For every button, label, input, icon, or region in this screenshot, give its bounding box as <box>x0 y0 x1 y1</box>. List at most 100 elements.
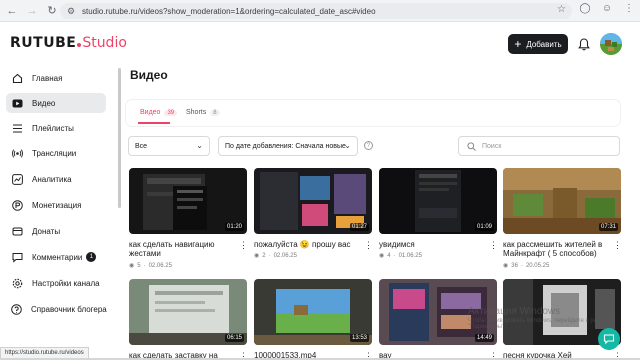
back-icon[interactable]: ← <box>4 3 20 19</box>
video-title[interactable]: увидимся <box>379 240 483 249</box>
notifications-bell-icon[interactable] <box>578 38 590 51</box>
status-filter-select[interactable]: Все ⌄ <box>128 136 210 156</box>
url-text[interactable]: studio.rutube.ru/videos?show_moderation=… <box>82 7 376 16</box>
video-meta: ◉ 5 · 02.06.25 <box>129 262 172 270</box>
comments-icon <box>11 251 23 263</box>
broadcast-icon <box>11 147 23 159</box>
video-title[interactable]: пожалуйста 😉 прошу вас <box>254 240 358 249</box>
sidebar-item-donations[interactable]: Донаты <box>6 221 106 241</box>
tab-shorts-count: 8 <box>210 109 220 116</box>
video-duration: 14:49 <box>474 334 494 342</box>
monetization-icon <box>11 199 23 211</box>
video-thumbnail[interactable]: 07:31 <box>503 168 621 234</box>
video-date: 20.05.25 <box>525 262 550 269</box>
video-title[interactable]: как рассмешить жителей в Майнкрафт ( 5 с… <box>503 240 607 258</box>
more-options-icon[interactable]: ⋮ <box>489 241 498 250</box>
video-card[interactable]: 07:31 как рассмешить жителей в Майнкрафт… <box>503 168 622 274</box>
video-card[interactable]: 01:09 увидимся ⋮ ◉ 4 · 01.06.25 <box>379 168 498 274</box>
video-thumbnail[interactable]: 14:49 <box>379 279 497 345</box>
support-chat-button[interactable] <box>598 328 620 350</box>
video-date: 02.06.25 <box>148 262 172 269</box>
sidebar-item-label: Главная <box>32 73 63 83</box>
more-options-icon[interactable]: ⋮ <box>364 241 373 250</box>
browser-toolbar: ← → ↻ ⚙ studio.rutube.ru/videos?show_mod… <box>0 0 640 22</box>
video-icon <box>11 97 23 109</box>
help-book-icon <box>11 303 22 315</box>
meta-separator: · <box>268 252 271 259</box>
video-title[interactable]: как сделать навигацию жестами <box>129 240 233 258</box>
sidebar-item-channel-settings[interactable]: Настройки канала <box>6 273 106 293</box>
video-date: 02.06.25 <box>273 252 297 259</box>
views-eye-icon: ◉ <box>129 263 135 269</box>
address-bar[interactable]: ⚙ studio.rutube.ru/videos?show_moderatio… <box>60 3 572 19</box>
video-duration: 01:20 <box>224 223 244 231</box>
search-box[interactable] <box>458 136 620 156</box>
video-thumbnail[interactable]: 01:20 <box>129 168 247 234</box>
add-button[interactable]: + Добавить <box>508 34 568 54</box>
sidebar-item-video[interactable]: Видео <box>6 93 106 113</box>
video-tabs: Видео 39 Shorts 8 <box>126 100 620 126</box>
sidebar-item-label: Трансляции <box>32 148 77 158</box>
views-eye-icon: ◉ <box>254 253 260 259</box>
meta-separator: · <box>143 262 146 269</box>
donations-icon <box>11 225 23 237</box>
video-thumbnail[interactable]: 13:53 <box>254 279 372 345</box>
sort-help-icon[interactable]: ? <box>364 141 373 150</box>
active-tab-indicator <box>138 122 170 124</box>
comments-count-badge: 1 <box>86 252 97 262</box>
views-eye-icon: ◉ <box>503 263 509 269</box>
video-thumbnail[interactable]: 01:27 <box>254 168 372 234</box>
site-info-icon[interactable]: ⚙ <box>64 6 78 17</box>
profile-icon[interactable]: ☺ <box>600 3 614 14</box>
tab-video[interactable]: Видео 39 <box>140 109 178 116</box>
sidebar-item-home[interactable]: Главная <box>6 68 106 88</box>
video-meta: ◉ 2 · 02.06.25 <box>254 252 297 260</box>
sidebar-scrollbar[interactable] <box>118 68 121 208</box>
video-card[interactable]: 13:53 1000001533.mp4 ⋮ <box>254 279 373 360</box>
sidebar-item-label: Донаты <box>32 226 61 236</box>
app-header: RUTUBE Studio + Добавить <box>0 22 640 68</box>
sidebar-item-blogger-guide[interactable]: Справочник блогера <box>6 299 107 319</box>
forward-icon[interactable]: → <box>24 3 40 19</box>
more-options-icon[interactable]: ⋮ <box>613 241 622 250</box>
rutube-studio-logo[interactable]: RUTUBE Studio <box>10 35 127 55</box>
video-card[interactable]: 01:27 пожалуйста 😉 прошу вас ⋮ ◉ 2 · 02.… <box>254 168 373 274</box>
meta-separator: · <box>393 252 396 259</box>
sidebar-item-comments[interactable]: Комментарии 1 <box>6 247 106 267</box>
bookmark-star-icon[interactable]: ☆ <box>557 4 566 15</box>
extensions-icon[interactable]: ◯ <box>578 3 592 14</box>
chevron-down-icon: ⌄ <box>344 141 351 150</box>
sidebar-item-playlists[interactable]: Плейлисты <box>6 118 106 138</box>
settings-icon <box>11 277 23 289</box>
views-eye-icon: ◉ <box>379 253 385 259</box>
logo-main-text: RUTUBE <box>10 35 77 51</box>
avatar[interactable] <box>600 33 622 55</box>
sidebar-item-monetization[interactable]: Монетизация <box>6 195 106 215</box>
video-card[interactable]: 06:15 как сделать заставку на ⋮ <box>129 279 248 360</box>
video-duration: 13:53 <box>349 334 369 342</box>
home-icon <box>11 72 23 84</box>
sidebar-item-analytics[interactable]: Аналитика <box>6 169 106 189</box>
video-thumbnail[interactable]: 01:09 <box>379 168 497 234</box>
more-options-icon[interactable]: ⋮ <box>239 241 248 250</box>
sort-select[interactable]: По дате добавления: Сначала новые ⌄ <box>218 136 358 156</box>
logo-studio-text: Studio <box>82 35 127 51</box>
reload-icon[interactable]: ↻ <box>44 3 60 19</box>
video-duration: 01:09 <box>474 223 494 231</box>
page-title: Видео <box>130 68 168 82</box>
video-views: 4 <box>387 252 391 259</box>
sidebar-item-broadcasts[interactable]: Трансляции <box>6 143 106 163</box>
chevron-down-icon: ⌄ <box>196 141 203 150</box>
video-card[interactable]: 14:49 вау ⋮ <box>379 279 498 360</box>
video-duration: 07:31 <box>598 223 618 231</box>
video-thumbnail[interactable]: 06:15 <box>129 279 247 345</box>
video-views: 36 <box>511 262 518 269</box>
browser-menu-icon[interactable]: ⋮ <box>622 3 636 14</box>
sidebar-item-label: Комментарии <box>32 252 83 262</box>
video-views: 2 <box>262 252 266 259</box>
search-input[interactable] <box>482 142 612 150</box>
sidebar-item-label: Аналитика <box>32 174 72 184</box>
tab-shorts[interactable]: Shorts 8 <box>186 109 220 116</box>
add-button-label: Добавить <box>526 39 562 49</box>
video-card[interactable]: 01:20 как сделать навигацию жестами ⋮ ◉ … <box>129 168 248 274</box>
